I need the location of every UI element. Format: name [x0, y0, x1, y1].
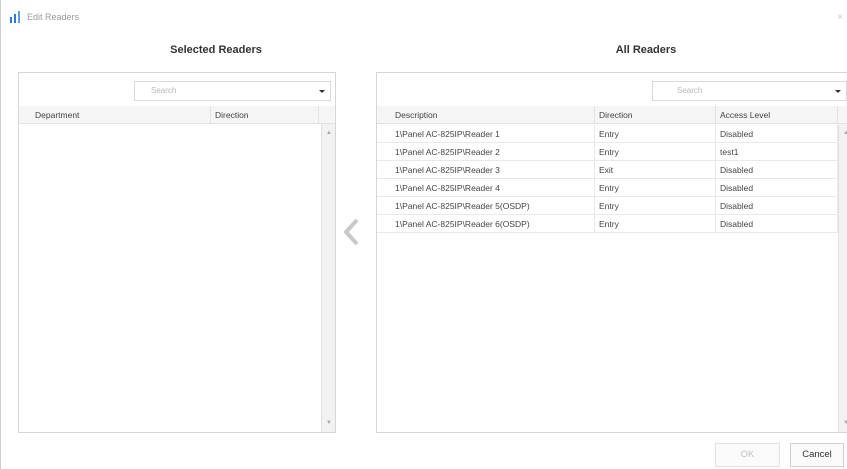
cancel-button[interactable]: Cancel: [790, 443, 844, 467]
reader-description-cell: 1\Panel AC-825IP\Reader 2: [391, 143, 595, 161]
table-row[interactable]: 1\Panel AC-825IP\Reader 3 Exit Disabled: [377, 161, 838, 179]
ok-button[interactable]: OK: [715, 443, 780, 467]
column-header-direction[interactable]: Direction: [211, 106, 319, 124]
window-title: Edit Readers: [27, 12, 80, 22]
reader-access-level-cell: Disabled: [716, 179, 838, 197]
column-header-description[interactable]: Description: [391, 106, 595, 124]
scroll-down-arrow-icon[interactable]: ▼: [842, 419, 847, 427]
column-header-department[interactable]: Department: [31, 106, 211, 124]
dropdown-arrow-icon[interactable]: [833, 85, 843, 97]
table-row[interactable]: 1\Panel AC-825IP\Reader 6(OSDP) Entry Disa…: [377, 215, 838, 233]
selected-search-placeholder: Search: [151, 86, 177, 95]
chevron-left-icon[interactable]: [339, 217, 365, 247]
all-readers-panel: Search Description Direction Access Leve…: [376, 72, 847, 433]
all-vertical-scrollbar[interactable]: ▲ ▼: [838, 124, 847, 432]
close-button[interactable]: ×: [835, 12, 845, 24]
dropdown-arrow-icon[interactable]: [317, 85, 327, 97]
reader-direction-cell: Entry: [595, 143, 716, 161]
column-header-direction[interactable]: Direction: [595, 106, 716, 124]
reader-access-level-cell: Disabled: [716, 125, 838, 143]
reader-description-cell: 1\Panel AC-825IP\Reader 4: [391, 179, 595, 197]
table-row[interactable]: 1\Panel AC-825IP\Reader 5(OSDP) Entry Disa…: [377, 197, 838, 215]
table-row[interactable]: 1\Panel AC-825IP\Reader 2 Entry test1: [377, 143, 838, 161]
reader-access-level-cell: Disabled: [716, 215, 838, 233]
title-bar: Edit Readers: [9, 8, 79, 26]
reader-direction-cell: Entry: [595, 215, 716, 233]
selected-readers-panel: Search Department Direction ▲ ▼: [18, 72, 336, 433]
reader-description-cell: 1\Panel AC-825IP\Reader 6(OSDP): [391, 215, 595, 233]
reader-direction-cell: Entry: [595, 125, 716, 143]
selected-vertical-scrollbar[interactable]: ▲ ▼: [321, 124, 335, 432]
all-readers-heading: All Readers: [615, 44, 677, 56]
selected-readers-heading: Selected Readers: [170, 44, 262, 56]
scroll-down-arrow-icon[interactable]: ▼: [325, 419, 333, 427]
column-header-access-level[interactable]: Access Level: [716, 106, 838, 124]
reader-direction-cell: Exit: [595, 161, 716, 179]
reader-access-level-cell: Disabled: [716, 161, 838, 179]
all-search-placeholder: Search: [677, 86, 703, 95]
reader-direction-cell: Entry: [595, 179, 716, 197]
table-row[interactable]: 1\Panel AC-825IP\Reader 4 Entry Disabled: [377, 179, 838, 197]
reader-access-level-cell: Disabled: [716, 197, 838, 215]
reader-description-cell: 1\Panel AC-825IP\Reader 3: [391, 161, 595, 179]
all-search-input[interactable]: Search: [652, 81, 847, 101]
all-grid-header: Description Direction Access Level: [377, 106, 847, 124]
reader-description-cell: 1\Panel AC-825IP\Reader 1: [391, 125, 595, 143]
selected-search-input[interactable]: Search: [134, 81, 331, 101]
edit-readers-icon: [10, 11, 20, 23]
table-row[interactable]: 1\Panel AC-825IP\Reader 1 Entry Disabled: [377, 125, 838, 143]
scroll-up-arrow-icon[interactable]: ▲: [842, 129, 847, 137]
scroll-up-arrow-icon[interactable]: ▲: [325, 129, 333, 137]
reader-description-cell: 1\Panel AC-825IP\Reader 5(OSDP): [391, 197, 595, 215]
reader-direction-cell: Entry: [595, 197, 716, 215]
selected-grid-header: Department Direction: [19, 106, 335, 124]
edit-readers-dialog: Edit Readers × Selected Readers Search D…: [0, 0, 847, 469]
reader-access-level-cell: test1: [716, 143, 838, 161]
